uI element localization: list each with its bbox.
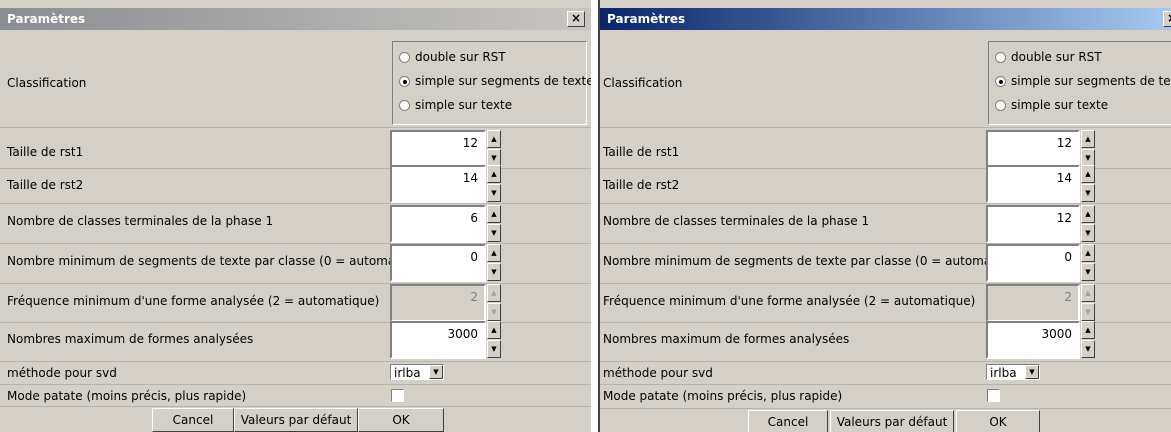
radio-option-simple-texte[interactable]: simple sur texte <box>995 98 1108 112</box>
dialog-title: Paramètres <box>607 12 686 26</box>
spin-down-icon[interactable]: ▼ <box>1081 340 1095 358</box>
min-frequency-label: Fréquence minimum d'une forme analysée (… <box>7 294 380 308</box>
classification-label: Classification <box>603 76 683 90</box>
min-segments-label: Nombre minimum de segments de texte par … <box>603 254 1027 268</box>
min-segments-label: Nombre minimum de segments de texte par … <box>7 254 431 268</box>
radio-option-double-rst[interactable]: double sur RST <box>399 50 506 64</box>
ok-button[interactable]: OK <box>956 410 1040 432</box>
rst2-label: Taille de rst2 <box>603 178 680 192</box>
min-segments-input[interactable]: 0 <box>390 244 486 282</box>
close-icon[interactable]: × <box>1163 11 1171 27</box>
spin-up-icon[interactable]: ▲ <box>1081 165 1095 183</box>
svd-select[interactable]: irlba ▼ <box>986 364 1040 380</box>
radio-icon <box>995 100 1006 111</box>
spin-down-icon[interactable]: ▼ <box>1081 224 1095 242</box>
spin-up-icon[interactable]: ▲ <box>1081 205 1095 223</box>
min-frequency-label: Fréquence minimum d'une forme analysée (… <box>603 294 976 308</box>
rst1-input[interactable]: 12 <box>390 130 486 168</box>
radio-option-simple-segments[interactable]: simple sur segments de texte <box>995 74 1171 88</box>
ok-button[interactable]: OK <box>358 408 444 432</box>
max-forms-label: Nombres maximum de formes analysées <box>7 332 254 346</box>
rst1-label: Taille de rst1 <box>603 145 680 159</box>
dropdown-arrow-icon[interactable]: ▼ <box>1025 365 1039 379</box>
spin-down-icon[interactable]: ▼ <box>1081 184 1095 202</box>
spin-down-icon: ▼ <box>487 303 501 321</box>
classification-radio-group: double sur RST simple sur segments de te… <box>988 41 1171 125</box>
spin-up-icon[interactable]: ▲ <box>487 321 501 339</box>
cancel-button[interactable]: Cancel <box>748 410 828 432</box>
title-bar: Paramètres × <box>600 8 1171 30</box>
patate-checkbox[interactable] <box>987 389 1000 402</box>
cancel-button[interactable]: Cancel <box>152 408 234 432</box>
close-icon[interactable]: × <box>567 11 585 27</box>
spin-up-icon[interactable]: ▲ <box>487 130 501 148</box>
radio-option-double-rst[interactable]: double sur RST <box>995 50 1102 64</box>
parameters-dialog-left: Paramètres × Classification double sur R… <box>0 0 591 432</box>
radio-icon <box>995 52 1006 63</box>
rst1-label: Taille de rst1 <box>7 145 84 159</box>
spin-up-icon[interactable]: ▲ <box>487 165 501 183</box>
classification-radio-group: double sur RST simple sur segments de te… <box>392 41 591 125</box>
radio-option-simple-texte[interactable]: simple sur texte <box>399 98 512 112</box>
spin-down-icon[interactable]: ▼ <box>487 184 501 202</box>
spin-up-icon[interactable]: ▲ <box>487 244 501 262</box>
max-forms-input[interactable]: 3000 <box>390 321 486 359</box>
defaults-button[interactable]: Valeurs par défaut <box>234 408 358 432</box>
defaults-button[interactable]: Valeurs par défaut <box>830 410 954 432</box>
rst2-input[interactable]: 14 <box>986 165 1080 203</box>
spin-up-icon[interactable]: ▲ <box>1081 130 1095 148</box>
terminal-classes-input[interactable]: 12 <box>986 205 1080 243</box>
patate-checkbox[interactable] <box>391 389 404 402</box>
terminal-classes-input[interactable]: 6 <box>390 205 486 243</box>
spin-up-icon[interactable]: ▲ <box>1081 321 1095 339</box>
radio-selected-icon <box>995 76 1006 87</box>
spin-down-icon[interactable]: ▼ <box>487 340 501 358</box>
dialog-title: Paramètres <box>7 12 86 26</box>
spin-up-icon[interactable]: ▲ <box>1081 244 1095 262</box>
terminal-classes-label: Nombre de classes terminales de la phase… <box>603 214 870 228</box>
parameters-dialog-right: Paramètres × Classification double sur R… <box>598 0 1171 432</box>
title-bar: Paramètres × <box>0 8 591 30</box>
min-frequency-input: 2 <box>390 284 486 322</box>
radio-icon <box>399 52 410 63</box>
min-segments-input[interactable]: 0 <box>986 244 1080 282</box>
svd-label: méthode pour svd <box>603 366 713 380</box>
spin-down-icon[interactable]: ▼ <box>1081 263 1095 281</box>
patate-label: Mode patate (moins précis, plus rapide) <box>7 389 247 403</box>
radio-selected-icon <box>399 76 410 87</box>
spin-up-icon: ▲ <box>487 284 501 302</box>
spin-down-icon[interactable]: ▼ <box>487 224 501 242</box>
spin-up-icon: ▲ <box>1081 284 1095 302</box>
svd-select[interactable]: irlba ▼ <box>390 364 444 380</box>
patate-label: Mode patate (moins précis, plus rapide) <box>603 389 843 403</box>
min-frequency-input: 2 <box>986 284 1080 322</box>
dropdown-arrow-icon[interactable]: ▼ <box>429 365 443 379</box>
classification-label: Classification <box>7 76 87 90</box>
max-forms-input[interactable]: 3000 <box>986 321 1080 359</box>
rst1-input[interactable]: 12 <box>986 130 1080 168</box>
spin-up-icon[interactable]: ▲ <box>487 205 501 223</box>
terminal-classes-label: Nombre de classes terminales de la phase… <box>7 214 274 228</box>
max-forms-label: Nombres maximum de formes analysées <box>603 332 850 346</box>
spin-down-icon: ▼ <box>1081 303 1095 321</box>
svd-label: méthode pour svd <box>7 366 117 380</box>
rst2-input[interactable]: 14 <box>390 165 486 203</box>
rst2-label: Taille de rst2 <box>7 178 84 192</box>
radio-icon <box>399 100 410 111</box>
spin-down-icon[interactable]: ▼ <box>487 263 501 281</box>
radio-option-simple-segments[interactable]: simple sur segments de texte <box>399 74 591 88</box>
